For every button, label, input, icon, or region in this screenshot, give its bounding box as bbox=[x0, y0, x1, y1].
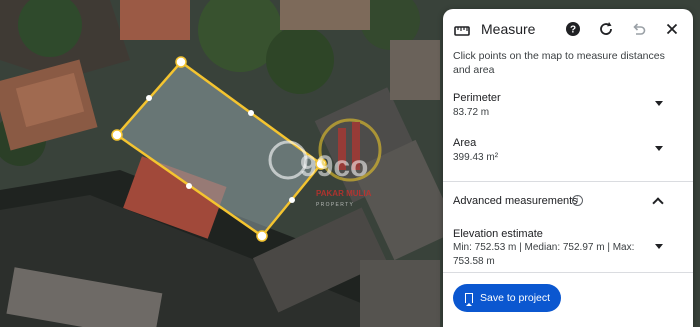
divider bbox=[443, 181, 693, 182]
area-value: 399.43 m² bbox=[453, 152, 499, 163]
measure-midpoint[interactable] bbox=[186, 183, 192, 189]
info-icon[interactable]: i bbox=[572, 195, 583, 206]
watermark-brand: 99co bbox=[300, 150, 368, 183]
advanced-measurements-label[interactable]: Advanced measurements bbox=[453, 195, 578, 207]
measure-midpoint[interactable] bbox=[289, 197, 295, 203]
panel-header: Measure ? bbox=[443, 9, 693, 49]
measure-midpoint[interactable] bbox=[146, 95, 152, 101]
chevron-up-icon[interactable] bbox=[652, 197, 664, 209]
measure-midpoint[interactable] bbox=[248, 110, 254, 116]
divider bbox=[443, 272, 693, 273]
ruler-icon bbox=[454, 23, 470, 41]
watermark-company-sub: P R O P E R T Y bbox=[316, 202, 353, 208]
measure-vertex[interactable] bbox=[175, 56, 187, 68]
panel-description: Click points on the map to measure dista… bbox=[453, 50, 665, 76]
elevation-value: Min: 752.53 m | Median: 752.97 m | Max: … bbox=[453, 242, 635, 267]
save-to-project-button[interactable]: Save to project bbox=[453, 284, 561, 312]
close-icon[interactable] bbox=[663, 20, 681, 38]
watermark-company: PAKAR MULIA bbox=[316, 189, 372, 198]
panel-title: Measure bbox=[481, 21, 536, 37]
elevation-label: Elevation estimate bbox=[453, 228, 543, 240]
bookmark-icon bbox=[465, 293, 473, 306]
perimeter-label: Perimeter bbox=[453, 92, 501, 104]
measure-vertex[interactable] bbox=[256, 230, 268, 242]
perimeter-dropdown-icon[interactable] bbox=[655, 101, 663, 106]
svg-text:?: ? bbox=[570, 25, 576, 36]
perimeter-value: 83.72 m bbox=[453, 107, 490, 118]
perimeter-row[interactable]: Perimeter 83.72 m bbox=[443, 91, 693, 131]
area-label: Area bbox=[453, 137, 477, 149]
elevation-dropdown-icon[interactable] bbox=[655, 244, 663, 249]
measure-vertex[interactable] bbox=[111, 129, 123, 141]
area-dropdown-icon[interactable] bbox=[655, 146, 663, 151]
help-icon[interactable]: ? bbox=[564, 20, 582, 38]
save-button-label: Save to project bbox=[480, 292, 551, 304]
refresh-icon[interactable] bbox=[597, 20, 615, 38]
undo-icon[interactable] bbox=[630, 20, 648, 38]
measure-panel: Measure ? Click points on the map to mea… bbox=[443, 9, 693, 327]
area-row[interactable]: Area 399.43 m² bbox=[443, 136, 693, 176]
